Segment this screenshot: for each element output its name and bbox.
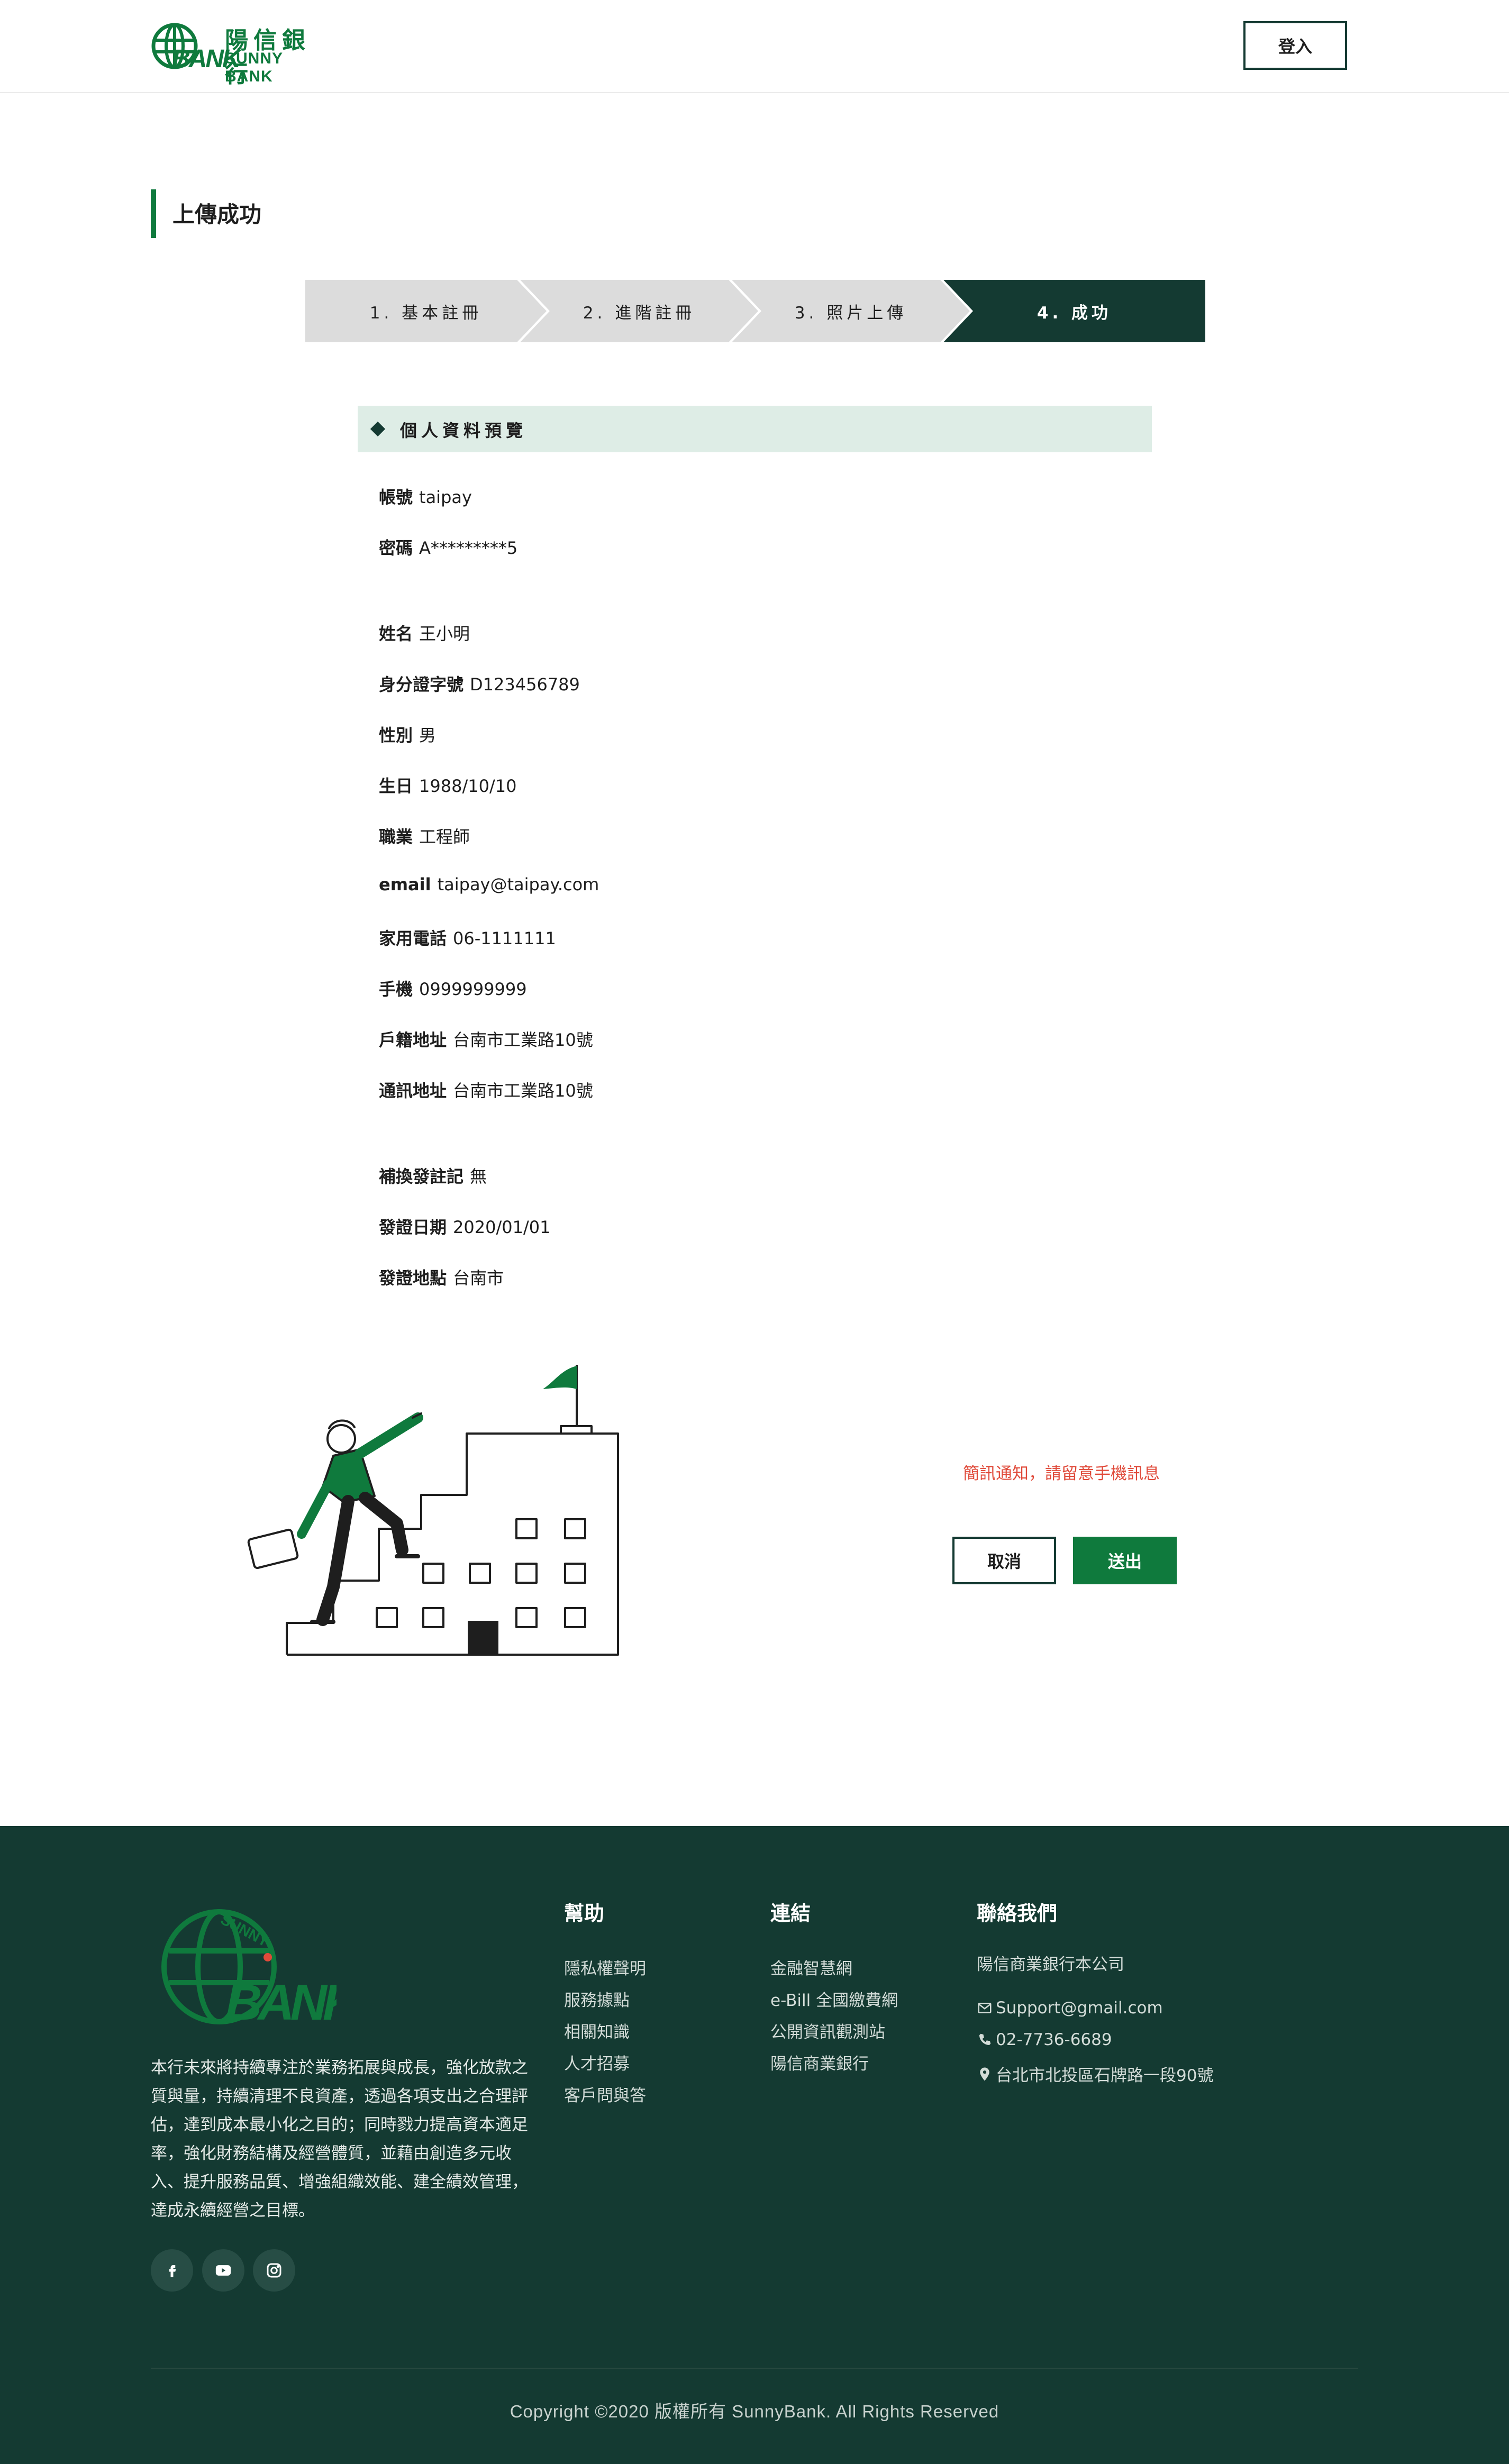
footer-address: 台北市北投區石牌路一段90號	[996, 2066, 1214, 2085]
copyright: Copyright ©2020 版權所有 SunnyBank. All Righ…	[510, 2402, 999, 2421]
preview-section-title: 個人資料預覽	[400, 421, 528, 441]
submit-button[interactable]: 送出	[1073, 1537, 1177, 1584]
field-account: 帳號 taipay	[379, 484, 472, 507]
field-email: email taipay@taipay.com	[379, 874, 599, 898]
footer-link-knowledge[interactable]: 相關知識	[564, 2019, 630, 2042]
phone-icon	[979, 2033, 991, 2045]
field-gender: 性別男	[379, 722, 436, 745]
footer-links-title: 連結	[770, 1902, 811, 1925]
footer-phone-row[interactable]: 02-7736-6689	[977, 2030, 1112, 2049]
page: BANK 陽信銀行 SUNNY BANK 登入 上傳成功 1. 基本註冊 2. …	[0, 0, 1509, 2464]
field-mailing-address: 通訊地址 台南市工業路10號	[379, 1078, 593, 1101]
login-button[interactable]: 登入	[1243, 21, 1347, 70]
field-issue-place: 發證地點 台南市	[379, 1265, 504, 1288]
field-label: 身分證字號	[379, 674, 464, 695]
field-label: 補換發註記	[379, 1166, 464, 1187]
field-value: 台南市工業路10號	[453, 1081, 593, 1101]
footer-logo-bank: BANK	[225, 1974, 337, 2026]
footer-company: 陽信商業銀行本公司	[977, 1955, 1124, 1974]
field-label: 生日	[379, 776, 413, 796]
success-illustration	[247, 1365, 619, 1656]
field-birthday: 生日 1988/10/10	[379, 773, 516, 796]
field-label: 職業	[379, 827, 413, 847]
field-value: 06-1111111	[453, 928, 556, 948]
footer-link-ebill[interactable]: e-Bill 全國繳費網	[770, 1987, 898, 2011]
field-password: 密碼 A*********5	[379, 535, 517, 558]
footer-link-finance[interactable]: 金融智慧網	[770, 1955, 852, 1979]
field-issue-date: 發證日期 2020/01/01	[379, 1214, 550, 1237]
field-label: 帳號	[379, 487, 413, 507]
field-occupation: 職業 工程師	[379, 824, 470, 847]
step-1-label: 1. 基本註冊	[369, 303, 483, 323]
field-value: 王小明	[419, 624, 470, 644]
footer-link-branches[interactable]: 服務據點	[564, 1987, 630, 2011]
field-label: 性別	[379, 725, 413, 745]
field-value: taipay@taipay.com	[437, 874, 599, 895]
footer-email: Support@gmail.com	[996, 1998, 1163, 2018]
field-label: 密碼	[379, 538, 413, 558]
field-value: 工程師	[419, 827, 470, 847]
page-title: 上傳成功	[172, 202, 262, 227]
footer-divider	[151, 2368, 1358, 2369]
footer-link-mops[interactable]: 公開資訊觀測站	[770, 2019, 885, 2042]
title-accent-bar	[151, 189, 156, 238]
preview-section-header: 個人資料預覽	[358, 406, 1152, 452]
footer-address-row: 台北市北投區石牌路一段90號	[977, 2062, 1213, 2086]
youtube-icon[interactable]	[202, 2249, 244, 2292]
footer-email-row[interactable]: Support@gmail.com	[977, 1998, 1163, 2018]
field-value: 無	[470, 1166, 487, 1187]
sms-notice: 簡訊通知，請留意手機訊息	[963, 1464, 1160, 1483]
field-value: D123456789	[470, 674, 580, 695]
field-mobile: 手機 0999999999	[379, 976, 527, 999]
cancel-button[interactable]: 取消	[952, 1537, 1056, 1584]
field-name: 姓名 王小明	[379, 620, 470, 644]
footer-link-faq[interactable]: 客戶問與答	[564, 2082, 646, 2106]
footer-help-title: 幫助	[564, 1902, 605, 1925]
door	[468, 1621, 498, 1655]
sunny-bank-logo[interactable]: BANK 陽信銀行 SUNNY BANK	[151, 20, 331, 88]
field-value: taipay	[419, 487, 472, 507]
site-header: BANK 陽信銀行 SUNNY BANK 登入	[0, 0, 1509, 93]
footer-phone: 02-7736-6689	[996, 2030, 1112, 2049]
field-label: 戶籍地址	[379, 1030, 447, 1050]
field-value: 台南市	[453, 1268, 504, 1288]
step-4-label: 4. 成功	[1037, 303, 1112, 323]
map-marker-icon	[980, 2067, 989, 2080]
field-value: 2020/01/01	[453, 1217, 551, 1237]
footer-logo: SUNNY BANK	[161, 1909, 337, 2026]
field-reissue-note: 補換發註記無	[379, 1163, 487, 1187]
field-value: 男	[419, 725, 437, 745]
footer-link-privacy[interactable]: 隱私權聲明	[564, 1955, 646, 1979]
envelope-icon	[978, 2003, 992, 2013]
field-value: 0999999999	[419, 979, 527, 999]
field-label: 手機	[379, 979, 413, 999]
step-2-label: 2. 進階註冊	[583, 303, 696, 323]
footer-description: 本行未來將持續專注於業務拓展與成長，強化放款之質與量，持續清理不良資產，透過各項…	[151, 2058, 528, 2220]
field-registered-address: 戶籍地址 台南市工業路10號	[379, 1027, 593, 1050]
facebook-icon[interactable]	[151, 2249, 193, 2292]
field-value: 1988/10/10	[419, 776, 517, 796]
field-label: 通訊地址	[379, 1081, 447, 1101]
field-label: 姓名	[379, 624, 413, 644]
footer-link-careers[interactable]: 人才招募	[564, 2050, 630, 2074]
progress-steps: 1. 基本註冊 2. 進階註冊 3. 照片上傳 4. 成功	[305, 280, 1205, 342]
step-3-label: 3. 照片上傳	[794, 303, 907, 323]
footer-contact-title: 聯絡我們	[977, 1902, 1058, 1925]
field-label: 發證日期	[379, 1217, 447, 1237]
field-label: 發證地點	[379, 1268, 447, 1288]
footer-link-sunnybank[interactable]: 陽信商業銀行	[770, 2050, 869, 2074]
field-value: 台南市工業路10號	[453, 1030, 593, 1050]
instagram-icon[interactable]	[253, 2249, 295, 2292]
logo-english-name: SUNNY BANK	[225, 50, 283, 85]
diamond-icon	[370, 421, 386, 437]
site-footer: SUNNY BANK 本行未來將持續專注於業務拓展與成長，強化放款之質與量，持續…	[0, 1826, 1509, 2464]
field-id-number: 身分證字號 D123456789	[379, 671, 580, 695]
field-home-phone: 家用電話 06-1111111	[379, 925, 556, 948]
field-label: 家用電話	[379, 928, 447, 948]
field-label: email	[379, 874, 431, 895]
field-value: A*********5	[419, 538, 518, 558]
